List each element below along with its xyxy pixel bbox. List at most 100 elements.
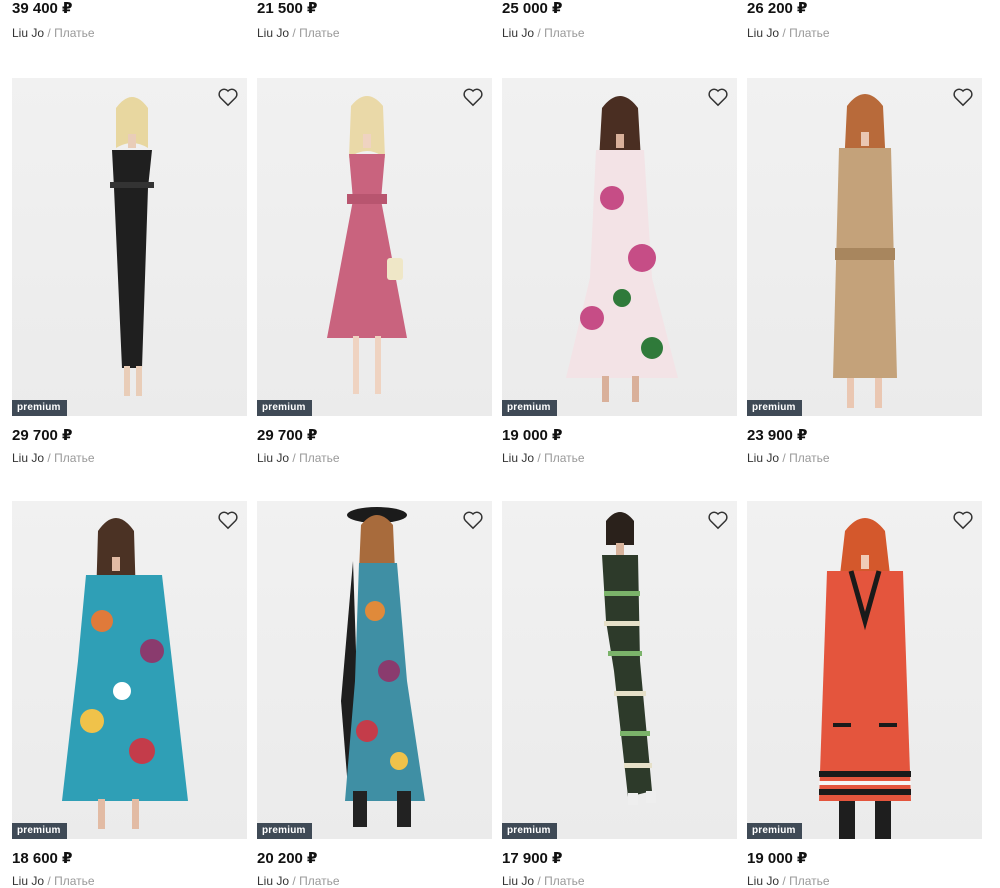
category-name[interactable]: Платье: [54, 26, 94, 40]
product-meta: Liu Jo / Платье: [12, 26, 247, 40]
product-meta: Liu Jo / Платье: [747, 874, 982, 888]
favorite-heart-icon[interactable]: [952, 510, 974, 530]
separator: /: [292, 26, 296, 40]
model-illustration: [819, 518, 911, 839]
category-name[interactable]: Платье: [789, 874, 829, 888]
product-meta: Liu Jo / Платье: [502, 874, 737, 888]
brand-name[interactable]: Liu Jo: [12, 451, 44, 465]
favorite-heart-icon[interactable]: [462, 510, 484, 530]
product-card[interactable]: 21 500 ₽ Liu Jo / Платье: [257, 0, 492, 40]
product-meta: Liu Jo / Платье: [747, 26, 982, 40]
product-card[interactable]: premium 17 900 ₽ Liu Jo / Платье: [502, 501, 737, 888]
separator: /: [782, 874, 786, 888]
product-price: 25 000 ₽: [502, 0, 563, 17]
product-meta: Liu Jo / Платье: [257, 451, 492, 465]
category-name[interactable]: Платье: [544, 26, 584, 40]
premium-badge: premium: [257, 400, 312, 416]
product-image[interactable]: premium: [502, 78, 737, 416]
product-price: 19 000 ₽: [747, 850, 808, 867]
product-image[interactable]: premium: [747, 501, 982, 839]
product-image[interactable]: premium: [502, 501, 737, 839]
model-illustration: [602, 512, 656, 805]
product-meta: Liu Jo / Платье: [747, 451, 982, 465]
premium-badge: premium: [257, 823, 312, 839]
separator: /: [537, 26, 541, 40]
product-card[interactable]: premium 20 200 ₽ Liu Jo / Платье: [257, 501, 492, 888]
product-card[interactable]: premium 19 000 ₽ Liu Jo / Платье: [502, 78, 737, 465]
separator: /: [47, 26, 51, 40]
product-price: 19 000 ₽: [502, 427, 563, 444]
product-image[interactable]: premium: [12, 78, 247, 416]
premium-badge: premium: [747, 823, 802, 839]
product-card[interactable]: premium 29 700 ₽ Liu Jo / Платье: [257, 78, 492, 465]
category-name[interactable]: Платье: [54, 451, 94, 465]
product-card[interactable]: 26 200 ₽ Liu Jo / Платье: [747, 0, 982, 40]
category-name[interactable]: Платье: [54, 874, 94, 888]
category-name[interactable]: Платье: [299, 26, 339, 40]
product-meta: Liu Jo / Платье: [502, 451, 737, 465]
brand-name[interactable]: Liu Jo: [257, 451, 289, 465]
favorite-heart-icon[interactable]: [462, 87, 484, 107]
model-illustration: [566, 96, 678, 402]
model-illustration: [833, 94, 897, 408]
product-image[interactable]: premium: [257, 78, 492, 416]
favorite-heart-icon[interactable]: [952, 87, 974, 107]
model-illustration: [62, 518, 188, 829]
product-image[interactable]: premium: [747, 78, 982, 416]
favorite-heart-icon[interactable]: [217, 510, 239, 530]
separator: /: [537, 874, 541, 888]
model-illustration: [341, 507, 425, 827]
category-name[interactable]: Платье: [789, 26, 829, 40]
separator: /: [47, 874, 51, 888]
brand-name[interactable]: Liu Jo: [747, 451, 779, 465]
product-card[interactable]: 39 400 ₽ Liu Jo / Платье: [12, 0, 247, 40]
product-price: 26 200 ₽: [747, 0, 808, 17]
product-meta: Liu Jo / Платье: [12, 874, 247, 888]
premium-badge: premium: [502, 400, 557, 416]
separator: /: [47, 451, 51, 465]
product-price: 17 900 ₽: [502, 850, 563, 867]
brand-name[interactable]: Liu Jo: [12, 26, 44, 40]
category-name[interactable]: Платье: [544, 451, 584, 465]
product-price: 39 400 ₽: [12, 0, 73, 17]
premium-badge: premium: [502, 823, 557, 839]
category-name[interactable]: Платье: [299, 874, 339, 888]
product-meta: Liu Jo / Платье: [12, 451, 247, 465]
product-meta: Liu Jo / Платье: [257, 26, 492, 40]
separator: /: [292, 451, 296, 465]
model-illustration: [110, 97, 154, 396]
premium-badge: premium: [747, 400, 802, 416]
separator: /: [782, 451, 786, 465]
brand-name[interactable]: Liu Jo: [502, 451, 534, 465]
product-card[interactable]: 25 000 ₽ Liu Jo / Платье: [502, 0, 737, 40]
product-image[interactable]: premium: [12, 501, 247, 839]
brand-name[interactable]: Liu Jo: [502, 26, 534, 40]
product-price: 29 700 ₽: [257, 427, 318, 444]
brand-name[interactable]: Liu Jo: [257, 26, 289, 40]
separator: /: [537, 451, 541, 465]
product-card[interactable]: premium 19 000 ₽ Liu Jo / Платье: [747, 501, 982, 888]
product-card[interactable]: premium 29 700 ₽ Liu Jo / Платье: [12, 78, 247, 465]
separator: /: [782, 26, 786, 40]
brand-name[interactable]: Liu Jo: [747, 26, 779, 40]
category-name[interactable]: Платье: [544, 874, 584, 888]
product-card[interactable]: premium 23 900 ₽ Liu Jo / Платье: [747, 78, 982, 465]
product-price: 29 700 ₽: [12, 427, 73, 444]
brand-name[interactable]: Liu Jo: [257, 874, 289, 888]
premium-badge: premium: [12, 400, 67, 416]
brand-name[interactable]: Liu Jo: [747, 874, 779, 888]
product-meta: Liu Jo / Платье: [257, 874, 492, 888]
favorite-heart-icon[interactable]: [217, 87, 239, 107]
category-name[interactable]: Платье: [789, 451, 829, 465]
brand-name[interactable]: Liu Jo: [12, 874, 44, 888]
product-card[interactable]: premium 18 600 ₽ Liu Jo / Платье: [12, 501, 247, 888]
category-name[interactable]: Платье: [299, 451, 339, 465]
product-image[interactable]: premium: [257, 501, 492, 839]
product-meta: Liu Jo / Платье: [502, 26, 737, 40]
brand-name[interactable]: Liu Jo: [502, 874, 534, 888]
separator: /: [292, 874, 296, 888]
product-price: 21 500 ₽: [257, 0, 318, 17]
premium-badge: premium: [12, 823, 67, 839]
favorite-heart-icon[interactable]: [707, 510, 729, 530]
favorite-heart-icon[interactable]: [707, 87, 729, 107]
